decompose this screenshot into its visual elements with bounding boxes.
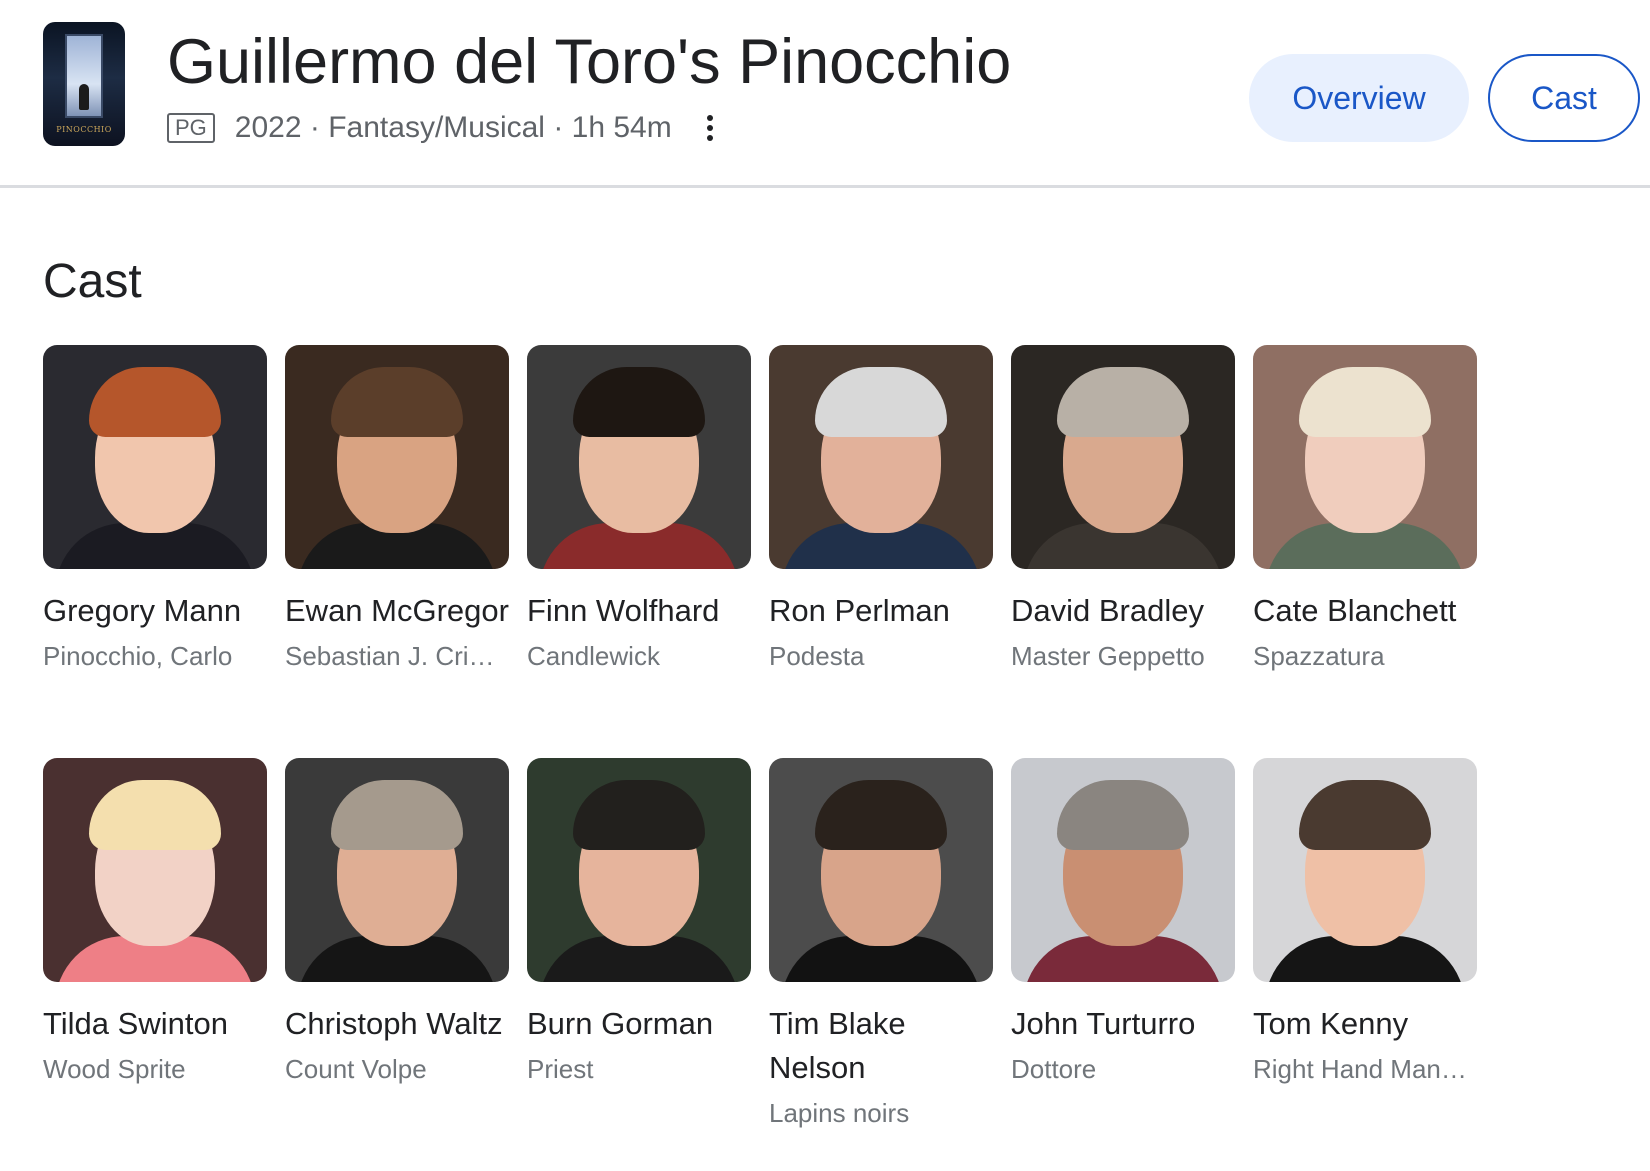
photo-hair-art [331,780,463,850]
more-options-icon[interactable] [698,111,722,145]
actor-photo[interactable] [1253,758,1477,982]
cast-card[interactable]: John Turturro Dottore [1011,758,1235,1171]
character-role: Master Geppetto [1011,641,1205,671]
actor-name[interactable]: Cate Blanchett [1253,589,1477,633]
photo-hair-art [1057,367,1189,437]
cast-card[interactable]: Finn Wolfhard Candlewick [527,345,751,758]
photo-hair-art [1299,367,1431,437]
cast-card[interactable]: Tilda Swinton Wood Sprite [43,758,267,1171]
character-role: Candlewick [527,641,660,671]
actor-name[interactable]: Gregory Mann [43,589,267,633]
cast-card[interactable]: Christoph Waltz Count Volpe [285,758,509,1171]
actor-name[interactable]: Ewan McGregor [285,589,509,633]
actor-name[interactable]: Finn Wolfhard [527,589,751,633]
actor-name[interactable]: John Turturro [1011,1002,1235,1046]
runtime: 1h 54m [571,111,672,144]
character-role: Count Volpe [285,1054,427,1084]
cast-card[interactable]: Gregory Mann Pinocchio, Carlo [43,345,267,758]
cast-card[interactable]: Burn Gorman Priest [527,758,751,1171]
actor-photo[interactable] [527,345,751,569]
photo-hair-art [331,367,463,437]
actor-photo[interactable] [1011,345,1235,569]
cast-card[interactable]: David Bradley Master Geppetto [1011,345,1235,758]
genre: Fantasy/Musical [328,111,545,144]
photo-hair-art [89,780,221,850]
section-title: Cast [43,255,142,308]
character-role: Sebastian J. Cri… [285,641,495,671]
character-role: Lapins noirs [769,1098,910,1128]
actor-name[interactable]: Tilda Swinton [43,1002,267,1046]
actor-photo[interactable] [1011,758,1235,982]
movie-meta: PG 2022 · Fantasy/Musical · 1h 54m [167,108,722,148]
cast-card[interactable]: Ron Perlman Podesta [769,345,993,758]
actor-photo[interactable] [769,758,993,982]
photo-hair-art [89,367,221,437]
cast-card[interactable]: Tom Kenny Right Hand Man… [1253,758,1477,1171]
cast-card[interactable]: Ewan McGregor Sebastian J. Cri… [285,345,509,758]
character-role: Wood Sprite [43,1054,186,1084]
poster-title-text: PINOCCHIO [56,125,112,134]
character-role: Pinocchio, Carlo [43,641,233,671]
actor-photo[interactable] [285,345,509,569]
meta-separator: · [309,111,320,144]
photo-hair-art [815,367,947,437]
movie-title: Guillermo del Toro's Pinocchio [167,27,1012,97]
actor-name[interactable]: Tim Blake Nelson [769,1002,993,1090]
actor-name[interactable]: David Bradley [1011,589,1235,633]
actor-photo[interactable] [285,758,509,982]
character-role: Right Hand Man… [1253,1054,1467,1084]
actor-photo[interactable] [43,758,267,982]
actor-name[interactable]: Ron Perlman [769,589,993,633]
character-role: Spazzatura [1253,641,1385,671]
character-role: Dottore [1011,1054,1097,1084]
actor-photo[interactable] [527,758,751,982]
character-role: Podesta [769,641,865,671]
actor-photo[interactable] [43,345,267,569]
actor-name[interactable]: Christoph Waltz [285,1002,509,1046]
movie-header: PINOCCHIO Guillermo del Toro's Pinocchio… [0,0,1650,188]
actor-photo[interactable] [769,345,993,569]
actor-photo[interactable] [1253,345,1477,569]
movie-poster[interactable]: PINOCCHIO [43,22,125,146]
rating-badge: PG [167,113,215,143]
photo-hair-art [1299,780,1431,850]
release-year: 2022 [234,111,302,144]
cast-card[interactable]: Tim Blake Nelson Lapins noirs [769,758,993,1171]
cast-card[interactable]: Cate Blanchett Spazzatura [1253,345,1477,758]
poster-figure-art [79,84,89,110]
character-role: Priest [527,1054,594,1084]
actor-name[interactable]: Tom Kenny [1253,1002,1477,1046]
tab-overview[interactable]: Overview [1249,54,1469,142]
tab-cast[interactable]: Cast [1488,54,1640,142]
photo-hair-art [573,367,705,437]
photo-hair-art [815,780,947,850]
photo-hair-art [1057,780,1189,850]
meta-separator: · [553,111,564,144]
photo-hair-art [573,780,705,850]
cast-grid: Gregory Mann Pinocchio, Carlo Ewan McGrego… [43,345,1477,1171]
actor-name[interactable]: Burn Gorman [527,1002,751,1046]
